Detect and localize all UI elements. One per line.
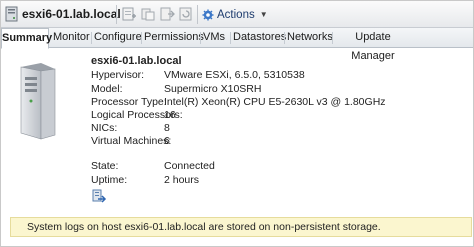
actions-label: Actions xyxy=(217,8,255,21)
virtual-machines-label: Virtual Machines: xyxy=(91,135,172,147)
add-vm-icon[interactable] xyxy=(121,6,137,22)
tab-datastores[interactable]: Datastores xyxy=(233,28,286,48)
toolbar-separator xyxy=(116,5,117,24)
host-summary-window: esxi6-01.lab.local Actions ▼ Summary Mon… xyxy=(0,0,474,247)
nics-label: NICs: xyxy=(91,122,118,134)
tab-update-manager[interactable]: Update Manager xyxy=(336,28,410,62)
host-icon xyxy=(5,6,18,22)
chevron-down-icon: ▼ xyxy=(259,10,268,19)
processor-type-value: Intel(R) Xeon(R) CPU E5-2630L v3 @ 1.80G… xyxy=(164,96,386,108)
tab-separator xyxy=(332,32,333,44)
processor-type-label: Processor Type: xyxy=(91,96,167,108)
warning-text: System logs on host esxi6-01.lab.local a… xyxy=(27,221,381,233)
virtual-machines-value: 6 xyxy=(164,135,170,147)
enter-maintenance-icon[interactable] xyxy=(159,6,175,22)
tab-summary[interactable]: Summary xyxy=(1,28,52,49)
state-label: State: xyxy=(91,160,119,172)
nics-value: 8 xyxy=(164,122,170,134)
tab-separator xyxy=(230,32,231,44)
server-tower-icon xyxy=(20,63,56,140)
tab-networks[interactable]: Networks xyxy=(287,28,333,48)
gear-icon xyxy=(202,9,214,20)
tab-configure[interactable]: Configure xyxy=(94,28,142,48)
state-value: Connected xyxy=(164,160,215,172)
model-value: Supermicro X10SRH xyxy=(164,83,262,95)
host-title: esxi6-01.lab.local xyxy=(22,7,121,21)
hypervisor-label: Hypervisor: xyxy=(91,69,145,81)
header-toolbar: esxi6-01.lab.local Actions ▼ xyxy=(1,1,473,28)
migrate-icon[interactable] xyxy=(92,189,107,204)
tab-separator xyxy=(284,32,285,44)
hypervisor-value: VMware ESXi, 6.5.0, 5310538 xyxy=(164,69,305,81)
warning-banner: System logs on host esxi6-01.lab.local a… xyxy=(10,217,472,237)
model-label: Model: xyxy=(91,83,123,95)
actions-button[interactable]: Actions ▼ xyxy=(202,6,268,23)
toolbar-separator xyxy=(197,5,198,24)
host-name: esxi6-01.lab.local xyxy=(91,55,182,67)
reboot-icon[interactable] xyxy=(178,6,194,22)
new-vapp-icon[interactable] xyxy=(140,6,156,22)
uptime-label: Uptime: xyxy=(91,174,128,186)
tab-monitor[interactable]: Monitor xyxy=(53,28,90,48)
uptime-value: 2 hours xyxy=(164,174,200,186)
tab-permissions[interactable]: Permissions xyxy=(144,28,204,48)
logical-processors-value: 16 xyxy=(164,109,176,121)
tab-separator xyxy=(141,32,142,44)
tab-separator xyxy=(91,32,92,44)
tab-separator xyxy=(200,32,201,44)
tab-vms[interactable]: VMs xyxy=(202,28,226,48)
tab-bar: Summary Monitor Configure Permissions VM… xyxy=(1,28,473,62)
